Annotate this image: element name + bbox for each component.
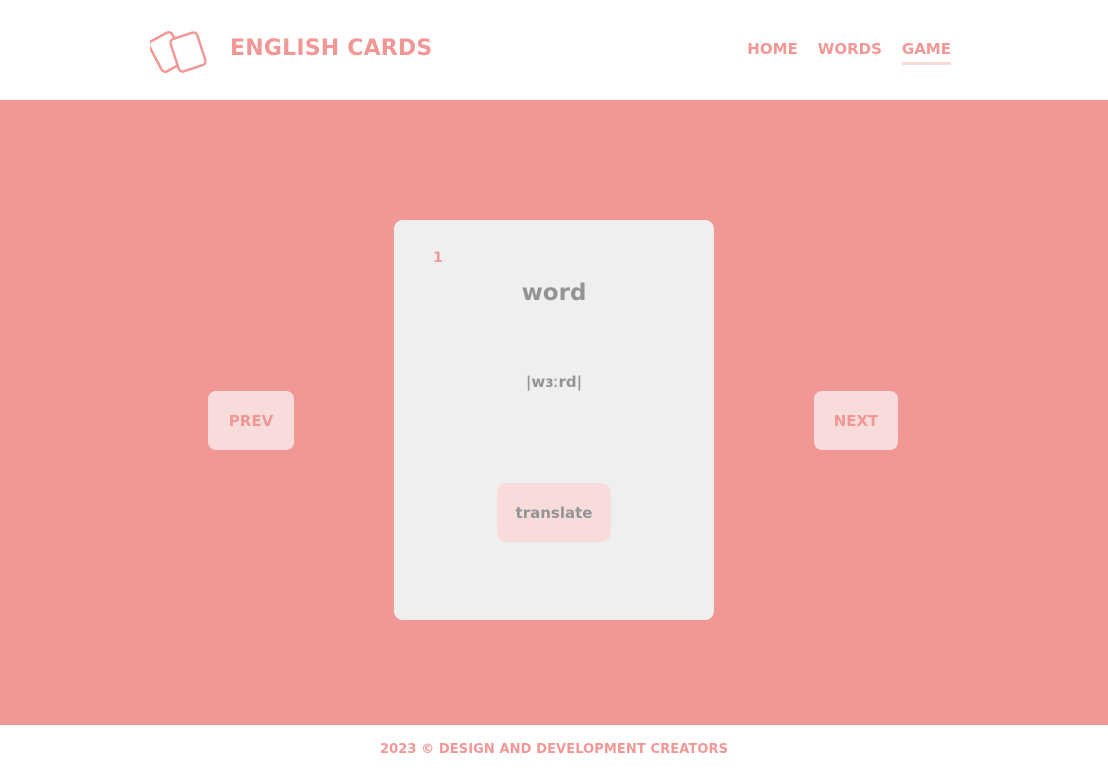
nav-words-link[interactable]: WORDS [818, 40, 882, 65]
card-number: 1 [433, 250, 443, 266]
translate-button[interactable]: translate [497, 483, 611, 542]
header: ENGLISH CARDS HOME WORDS GAME [0, 0, 1108, 100]
footer-copyright: 2023 © DESIGN AND DEVELOPMENT CREATORS [379, 742, 729, 757]
game-area: PREV 1 word |wɜːrd| translate NEXT [0, 100, 1108, 725]
prev-button[interactable]: PREV [208, 391, 294, 450]
next-button[interactable]: NEXT [814, 391, 898, 450]
card-word: word [521, 280, 587, 306]
nav-home-link[interactable]: HOME [747, 40, 797, 65]
nav-game-link[interactable]: GAME [901, 40, 951, 65]
main-nav: HOME WORDS GAME [747, 40, 951, 65]
cards-icon[interactable] [150, 27, 212, 75]
footer: 2023 © DESIGN AND DEVELOPMENT CREATORS [0, 725, 1108, 775]
brand-title[interactable]: ENGLISH CARDS [230, 36, 432, 61]
word-card: 1 word |wɜːrd| translate [394, 220, 714, 620]
card-transcription: |wɜːrd| [525, 373, 583, 391]
